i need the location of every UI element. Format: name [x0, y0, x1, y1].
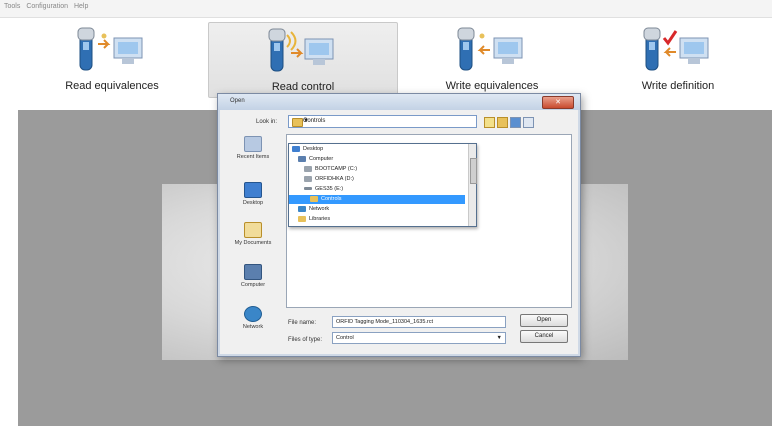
computer-icon [298, 155, 306, 162]
reader-signal-pc-icon [268, 28, 334, 72]
details-view-icon[interactable] [523, 117, 534, 128]
network-icon [244, 306, 262, 322]
desktop-icon [244, 182, 262, 198]
place-computer[interactable]: Computer [224, 264, 282, 294]
dropdown-item-label: ORFIDHKA (D:) [315, 176, 354, 182]
menu-tools[interactable]: Tools [0, 0, 22, 10]
dialog-title: Open [230, 98, 245, 104]
file-type-select[interactable]: Control ▼ [332, 332, 506, 344]
dropdown-item-network[interactable]: Network [289, 205, 474, 214]
dropdown-item-label: Libraries [309, 216, 331, 222]
dropdown-item-desktop[interactable]: Desktop [289, 145, 468, 154]
read-control-button[interactable]: Read control [208, 22, 398, 98]
file-name-label: File name: [288, 320, 317, 326]
menu-help[interactable]: Help [70, 0, 90, 10]
places-bar: Recent Items Desktop My Documents Comput… [224, 136, 282, 352]
dropdown-item-label: Computer [309, 156, 334, 162]
dropdown-item-label: Desktop [303, 146, 324, 152]
look-in-dropdown: Desktop Computer BOOTCAMP (C:) ORFIDHKA … [288, 143, 477, 227]
write-equivalences-label: Write equivalences [445, 80, 539, 92]
dropdown-item-label: Network [309, 206, 330, 212]
dialog-titlebar[interactable]: Open ✕ [218, 94, 580, 110]
dropdown-item-computer[interactable]: Computer [289, 155, 474, 164]
chevron-down-icon: ▼ [303, 118, 309, 124]
view-menu-icon[interactable] [510, 117, 521, 128]
place-desktop[interactable]: Desktop [224, 182, 282, 212]
reader-to-pc-icon [77, 27, 143, 71]
place-recent-items[interactable]: Recent Items [224, 136, 282, 166]
close-icon[interactable]: ✕ [542, 96, 574, 109]
dropdown-item-libraries[interactable]: Libraries [289, 215, 474, 224]
dropdown-scrollbar[interactable] [468, 144, 477, 226]
dropdown-item-label: Controls [321, 196, 342, 202]
file-name-value: ORFID Tagging Mode_110304_1635.rct [336, 319, 434, 325]
documents-icon [244, 222, 262, 238]
write-definition-button[interactable]: Write definition [584, 22, 772, 96]
file-type-value: Control [336, 335, 354, 341]
dropdown-item-controls[interactable]: Controls [289, 195, 465, 204]
place-my-documents[interactable]: My Documents [224, 222, 282, 252]
scrollbar-thumb[interactable] [470, 158, 477, 184]
dropdown-item-label: BOOTCAMP (C:) [315, 166, 358, 172]
new-folder-icon[interactable] [497, 117, 508, 128]
up-folder-icon[interactable] [484, 117, 495, 128]
toolbar: Read equivalences Read control Write equ… [18, 18, 772, 98]
folder-icon [292, 118, 303, 127]
place-recent-items-label: Recent Items [236, 154, 270, 160]
dropdown-item-drive-e[interactable]: GES35 (E:) [289, 185, 480, 194]
libraries-icon [298, 215, 306, 222]
folder-icon [310, 195, 318, 202]
look-in-select[interactable]: Controls ▼ [288, 115, 477, 128]
read-equivalences-button[interactable]: Read equivalences [18, 22, 206, 96]
desktop-icon [292, 145, 300, 152]
open-button[interactable]: Open [520, 314, 568, 327]
computer-icon [244, 264, 262, 280]
dropdown-item-drive-d[interactable]: ORFIDHKA (D:) [289, 175, 480, 184]
pc-to-reader-icon [457, 27, 523, 71]
open-dialog: Open ✕ Look in: Controls ▼ Recent Items … [217, 93, 581, 357]
dropdown-item-drive-c[interactable]: BOOTCAMP (C:) [289, 165, 480, 174]
read-equivalences-label: Read equivalences [65, 80, 159, 92]
check-to-reader-icon [643, 27, 709, 71]
place-network-label: Network [242, 324, 264, 330]
file-type-label: Files of type: [288, 337, 323, 343]
drive-icon [304, 165, 312, 172]
write-definition-label: Write definition [641, 80, 715, 92]
place-desktop-label: Desktop [242, 200, 264, 206]
read-control-label: Read control [271, 81, 335, 93]
place-network[interactable]: Network [224, 306, 282, 336]
place-computer-label: Computer [240, 282, 266, 288]
menu-configuration[interactable]: Configuration [22, 0, 70, 10]
dropdown-item-label: GES35 (E:) [315, 186, 344, 192]
dialog-toolbar [484, 115, 536, 133]
file-name-input[interactable]: ORFID Tagging Mode_110304_1635.rct [332, 316, 506, 328]
network-icon [298, 205, 306, 212]
usb-drive-icon [304, 187, 312, 191]
place-my-documents-label: My Documents [234, 240, 272, 246]
write-equivalences-button[interactable]: Write equivalences [398, 22, 586, 96]
look-in-label: Look in: [256, 119, 278, 125]
cancel-button[interactable]: Cancel [520, 330, 568, 343]
drive-icon [304, 175, 312, 182]
recent-items-icon [244, 136, 262, 152]
dialog-body: Look in: Controls ▼ Recent Items Desktop… [220, 110, 578, 354]
menu-bar: Tools Configuration Help [0, 0, 772, 18]
chevron-down-icon: ▼ [496, 335, 502, 341]
